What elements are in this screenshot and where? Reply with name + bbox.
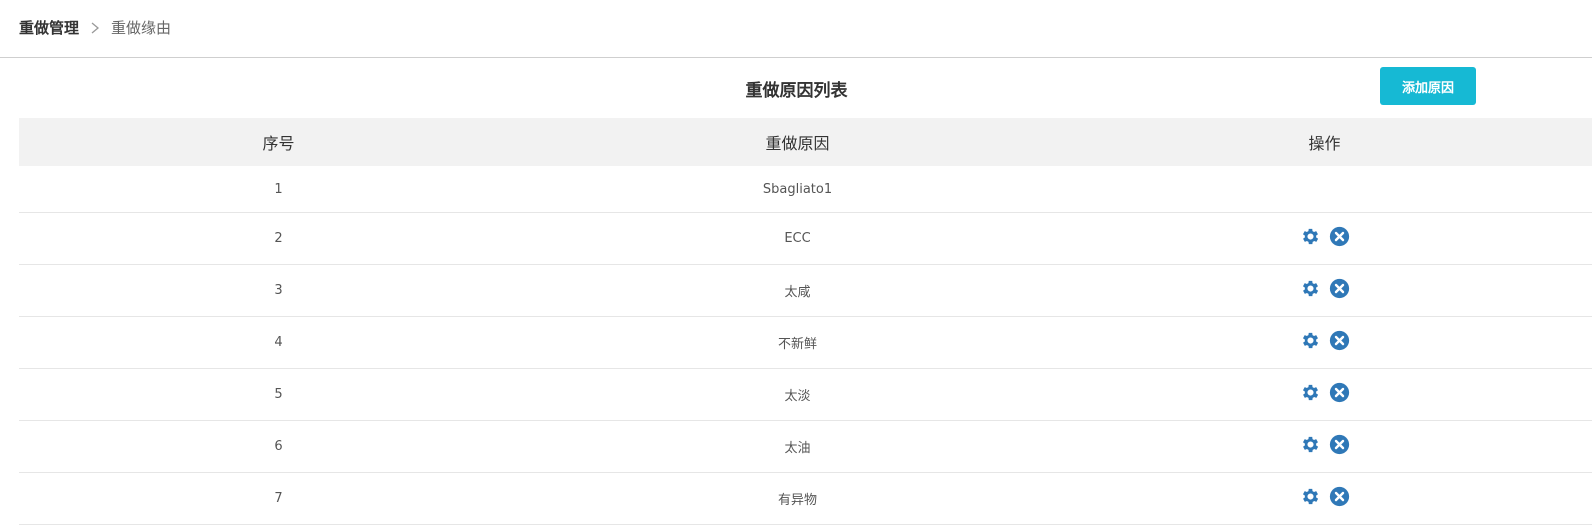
row-action-group xyxy=(1300,486,1350,507)
gear-icon[interactable] xyxy=(1300,330,1321,351)
gear-icon[interactable] xyxy=(1300,486,1321,507)
close-circle-icon[interactable] xyxy=(1329,278,1350,299)
gear-icon[interactable] xyxy=(1300,382,1321,403)
row-index: 4 xyxy=(19,316,538,369)
close-circle-icon[interactable] xyxy=(1329,330,1350,351)
row-index: 3 xyxy=(19,264,538,317)
row-operations xyxy=(1057,316,1592,369)
row-index: 2 xyxy=(19,212,538,265)
table-row: 7 有异物 xyxy=(19,472,1592,525)
row-reason: ECC xyxy=(538,212,1057,265)
page-title: 重做原因列表 xyxy=(745,81,848,101)
close-circle-icon[interactable] xyxy=(1329,434,1350,455)
row-operations xyxy=(1057,472,1592,525)
row-action-group xyxy=(1300,382,1350,403)
row-reason: 不新鲜 xyxy=(538,316,1057,369)
row-action-group xyxy=(1300,278,1350,299)
column-header-operations: 操作 xyxy=(1057,118,1592,166)
table-row: 5 太淡 xyxy=(19,368,1592,421)
row-index: 1 xyxy=(19,166,538,213)
row-reason: Sbagliato1 xyxy=(538,166,1057,213)
close-circle-icon[interactable] xyxy=(1329,226,1350,247)
close-circle-icon[interactable] xyxy=(1329,486,1350,507)
row-operations xyxy=(1057,420,1592,473)
top-bar: 重做管理 重做缘由 xyxy=(0,0,1592,58)
row-reason: 太咸 xyxy=(538,264,1057,317)
row-action-group xyxy=(1300,226,1350,247)
row-index: 6 xyxy=(19,420,538,473)
breadcrumb-root[interactable]: 重做管理 xyxy=(19,18,79,38)
row-operations xyxy=(1057,166,1592,213)
table-header-row: 序号 重做原因 操作 xyxy=(19,118,1592,166)
gear-icon[interactable] xyxy=(1300,278,1321,299)
table-row: 4 不新鲜 xyxy=(19,316,1592,369)
row-operations xyxy=(1057,212,1592,265)
row-operations xyxy=(1057,264,1592,317)
row-operations xyxy=(1057,368,1592,421)
row-action-group xyxy=(1300,434,1350,455)
table-body: 1 Sbagliato1 2 ECC 3 太咸 4 不新鲜 5 太淡 6 太油 7 有异物 xyxy=(19,166,1592,525)
row-reason: 太淡 xyxy=(538,368,1057,421)
breadcrumb-current: 重做缘由 xyxy=(111,19,172,37)
table-row: 1 Sbagliato1 xyxy=(19,166,1592,213)
reason-table: 序号 重做原因 操作 1 Sbagliato1 2 ECC 3 太咸 4 不新鲜 5 太淡 6 太油 7… xyxy=(19,118,1592,525)
column-header-reason: 重做原因 xyxy=(538,118,1057,166)
row-reason: 有异物 xyxy=(538,472,1057,525)
breadcrumb: 重做管理 重做缘由 xyxy=(19,18,171,38)
row-index: 7 xyxy=(19,472,538,525)
close-circle-icon[interactable] xyxy=(1329,382,1350,403)
row-action-group xyxy=(1300,330,1350,351)
row-index: 5 xyxy=(19,368,538,421)
row-reason: 太油 xyxy=(538,420,1057,473)
chevron-right-icon xyxy=(91,22,100,34)
add-reason-button[interactable]: 添加原因 xyxy=(1380,67,1476,105)
gear-icon[interactable] xyxy=(1300,226,1321,247)
table-row: 3 太咸 xyxy=(19,264,1592,317)
column-header-index: 序号 xyxy=(19,118,538,166)
table-row: 6 太油 xyxy=(19,420,1592,473)
table-row: 2 ECC xyxy=(19,212,1592,265)
gear-icon[interactable] xyxy=(1300,434,1321,455)
